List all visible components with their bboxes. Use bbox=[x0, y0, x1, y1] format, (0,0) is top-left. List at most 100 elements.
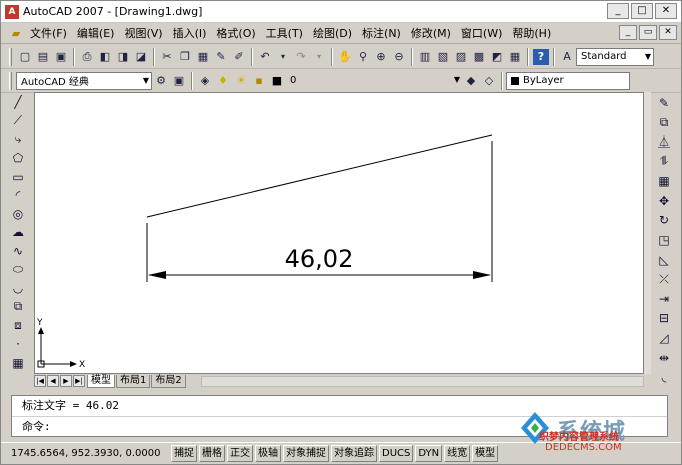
make-current-layer-icon[interactable]: ◆ bbox=[463, 73, 479, 89]
dimension-text[interactable]: 46,02 bbox=[285, 245, 354, 273]
menu-dimension[interactable]: 标注(N) bbox=[357, 25, 406, 41]
workspace-select[interactable]: AutoCAD 经典 ▼ bbox=[16, 71, 152, 90]
layer-select[interactable]: 0 ▼ bbox=[286, 72, 462, 90]
help-icon[interactable]: ? bbox=[533, 48, 549, 65]
menu-help[interactable]: 帮助(H) bbox=[507, 25, 556, 41]
redo-dropdown-icon[interactable]: ▾ bbox=[311, 49, 327, 65]
undo-icon[interactable]: ↶ bbox=[257, 49, 273, 65]
toolbar-grip[interactable] bbox=[9, 71, 12, 90]
workspace-save-icon[interactable]: ▣ bbox=[171, 73, 187, 89]
layer-previous-icon[interactable]: ◇ bbox=[481, 73, 497, 89]
fillet-icon[interactable]: ◟ bbox=[654, 367, 674, 387]
osnap-toggle[interactable]: 对象捕捉 bbox=[283, 445, 329, 462]
pan-icon[interactable]: ✋ bbox=[337, 49, 353, 65]
ellipse-arc-icon[interactable]: ◡ bbox=[9, 279, 27, 298]
horizontal-scrollbar[interactable] bbox=[201, 376, 644, 387]
undo-dropdown-icon[interactable]: ▾ bbox=[275, 49, 291, 65]
text-style-icon[interactable]: A bbox=[559, 49, 575, 65]
rotate-icon[interactable]: ↻ bbox=[654, 211, 674, 231]
3d-dwf-icon[interactable]: ◪ bbox=[133, 49, 149, 65]
tab-prev-button[interactable]: ◀ bbox=[47, 375, 59, 387]
layer-manager-icon[interactable]: ◈ bbox=[197, 73, 213, 89]
new-icon[interactable]: ▢ bbox=[17, 49, 33, 65]
grid-toggle[interactable]: 栅格 bbox=[199, 445, 225, 462]
sheet-set-icon[interactable]: ▩ bbox=[471, 49, 487, 65]
menu-edit[interactable]: 编辑(E) bbox=[72, 25, 120, 41]
slanted-line[interactable] bbox=[146, 134, 493, 218]
lineweight-toggle[interactable]: 线宽 bbox=[444, 445, 471, 462]
model-toggle[interactable]: 模型 bbox=[472, 445, 499, 462]
workspace-settings-icon[interactable]: ⚙ bbox=[153, 73, 169, 89]
maximize-button[interactable]: □ bbox=[631, 3, 653, 19]
menu-file[interactable]: 文件(F) bbox=[25, 25, 72, 41]
offset-icon[interactable]: ⥮ bbox=[654, 152, 674, 172]
revision-cloud-icon[interactable]: ☁ bbox=[9, 223, 27, 242]
command-prompt[interactable]: 命令: bbox=[12, 416, 667, 436]
make-block-icon[interactable]: ⧈ bbox=[9, 316, 27, 335]
properties-icon[interactable]: ▥ bbox=[417, 49, 433, 65]
snap-toggle[interactable]: 捕捉 bbox=[171, 445, 197, 462]
ellipse-icon[interactable]: ⬭ bbox=[9, 260, 27, 279]
extend-icon[interactable]: ⇥ bbox=[654, 289, 674, 309]
copy-icon[interactable]: ❐ bbox=[177, 49, 193, 65]
mirror-icon[interactable]: ⏅ bbox=[654, 132, 674, 152]
tab-layout2[interactable]: 布局2 bbox=[151, 374, 186, 388]
tab-layout1[interactable]: 布局1 bbox=[116, 374, 151, 388]
block-editor-icon[interactable]: ✐ bbox=[231, 49, 247, 65]
construction-line-icon[interactable]: ⟋ bbox=[9, 112, 27, 131]
plot-preview-icon[interactable]: ◧ bbox=[97, 49, 113, 65]
menu-modify[interactable]: 修改(M) bbox=[406, 25, 456, 41]
tab-first-button[interactable]: |◀ bbox=[34, 375, 46, 387]
stretch-icon[interactable]: ◺ bbox=[654, 250, 674, 270]
break-icon[interactable]: ⊟ bbox=[654, 309, 674, 329]
color-select[interactable]: ByLayer bbox=[506, 71, 630, 90]
tab-next-button[interactable]: ▶ bbox=[60, 375, 72, 387]
close-button[interactable]: ✕ bbox=[655, 3, 677, 19]
polyline-icon[interactable]: ⤷ bbox=[9, 130, 27, 149]
drawing-canvas[interactable]: 46,02 Y X bbox=[34, 92, 644, 374]
menu-format[interactable]: 格式(O) bbox=[211, 25, 260, 41]
print-icon[interactable]: ⎙ bbox=[79, 49, 95, 65]
polygon-icon[interactable]: ⬠ bbox=[9, 149, 27, 168]
line-icon[interactable]: ╱ bbox=[9, 93, 27, 112]
menu-view[interactable]: 视图(V) bbox=[119, 25, 167, 41]
hatch-icon[interactable]: ▦ bbox=[9, 353, 27, 372]
move-icon[interactable]: ✥ bbox=[654, 191, 674, 211]
copy-object-icon[interactable]: ⧉ bbox=[654, 113, 674, 133]
tab-model[interactable]: 模型 bbox=[87, 374, 115, 388]
rectangle-icon[interactable]: ▭ bbox=[9, 167, 27, 186]
join-icon[interactable]: ⇹ bbox=[654, 348, 674, 368]
design-center-icon[interactable]: ▧ bbox=[435, 49, 451, 65]
markup-icon[interactable]: ◩ bbox=[489, 49, 505, 65]
chamfer-icon[interactable]: ◿ bbox=[654, 328, 674, 348]
publish-icon[interactable]: ◨ bbox=[115, 49, 131, 65]
zoom-realtime-icon[interactable]: ⚲ bbox=[355, 49, 371, 65]
dyn-toggle[interactable]: DYN bbox=[415, 445, 443, 462]
text-style-select[interactable]: Standard ▼ bbox=[576, 47, 654, 66]
match-properties-icon[interactable]: ✎ bbox=[213, 49, 229, 65]
trim-icon[interactable]: ⤫ bbox=[654, 269, 674, 289]
array-icon[interactable]: ▦ bbox=[654, 171, 674, 191]
doc-restore-button[interactable]: ▭ bbox=[639, 25, 657, 40]
arc-icon[interactable]: ◜ bbox=[9, 186, 27, 205]
doc-minimize-button[interactable]: _ bbox=[619, 25, 637, 40]
open-icon[interactable]: ▤ bbox=[35, 49, 51, 65]
calculator-icon[interactable]: ▦ bbox=[507, 49, 523, 65]
redo-icon[interactable]: ↷ bbox=[293, 49, 309, 65]
toolbar-grip[interactable] bbox=[9, 47, 12, 66]
command-window[interactable]: 标注文字 = 46.02 命令: bbox=[11, 395, 668, 437]
save-icon[interactable]: ▣ bbox=[53, 49, 69, 65]
menu-window[interactable]: 窗口(W) bbox=[456, 25, 507, 41]
doc-close-button[interactable]: ✕ bbox=[659, 25, 677, 40]
ortho-toggle[interactable]: 正交 bbox=[227, 445, 253, 462]
zoom-previous-icon[interactable]: ⊖ bbox=[391, 49, 407, 65]
menu-insert[interactable]: 插入(I) bbox=[168, 25, 212, 41]
otrack-toggle[interactable]: 对象追踪 bbox=[331, 445, 377, 462]
tab-last-button[interactable]: ▶| bbox=[73, 375, 85, 387]
polar-toggle[interactable]: 极轴 bbox=[255, 445, 281, 462]
paste-icon[interactable]: ▦ bbox=[195, 49, 211, 65]
tool-palettes-icon[interactable]: ▨ bbox=[453, 49, 469, 65]
circle-icon[interactable]: ◎ bbox=[9, 205, 27, 224]
vertical-scrollbar[interactable] bbox=[644, 92, 651, 374]
scale-icon[interactable]: ◳ bbox=[654, 230, 674, 250]
